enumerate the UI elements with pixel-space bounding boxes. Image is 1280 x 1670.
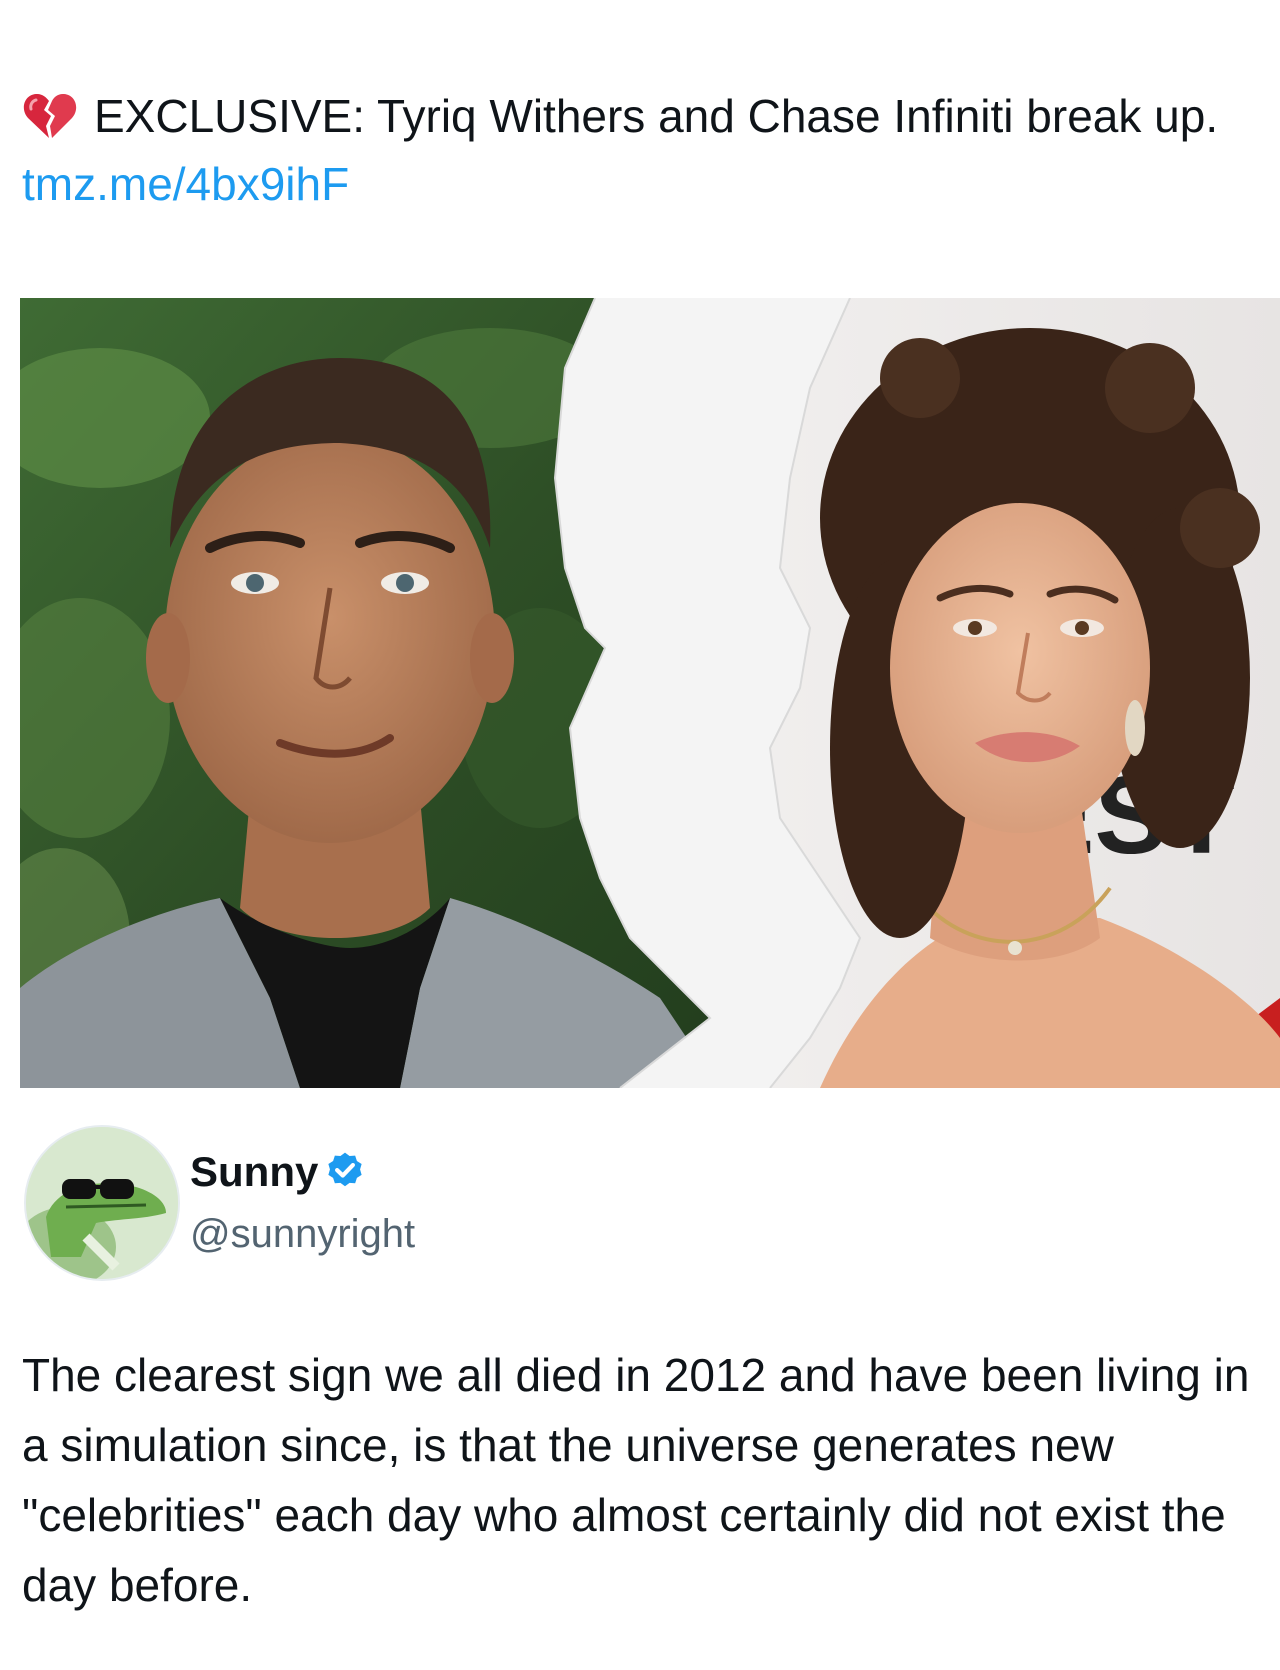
author-display-name: Sunny	[190, 1148, 319, 1195]
quoted-tweet-body: EXCLUSIVE: Tyriq Withers and Chase Infin…	[94, 90, 1219, 142]
tweet-author: Sunny @sunnyright	[20, 1125, 1260, 1285]
tweet-text: The clearest sign we all died in 2012 an…	[22, 1349, 1250, 1611]
tweet-media-image[interactable]: EST	[20, 298, 1280, 1088]
author-name[interactable]: Sunny	[190, 1147, 366, 1197]
broken-heart-icon	[23, 93, 77, 138]
quoted-tweet-link[interactable]: tmz.me/4bx9ihF	[22, 158, 349, 210]
avatar[interactable]	[24, 1125, 180, 1281]
author-handle[interactable]: @sunnyright	[190, 1209, 415, 1259]
verified-badge-icon	[328, 1152, 362, 1187]
crocodile-avatar-icon	[26, 1127, 178, 1279]
breakup-photo: EST	[20, 298, 1280, 1088]
quoted-tweet-text: EXCLUSIVE: Tyriq Withers and Chase Infin…	[22, 82, 1252, 218]
